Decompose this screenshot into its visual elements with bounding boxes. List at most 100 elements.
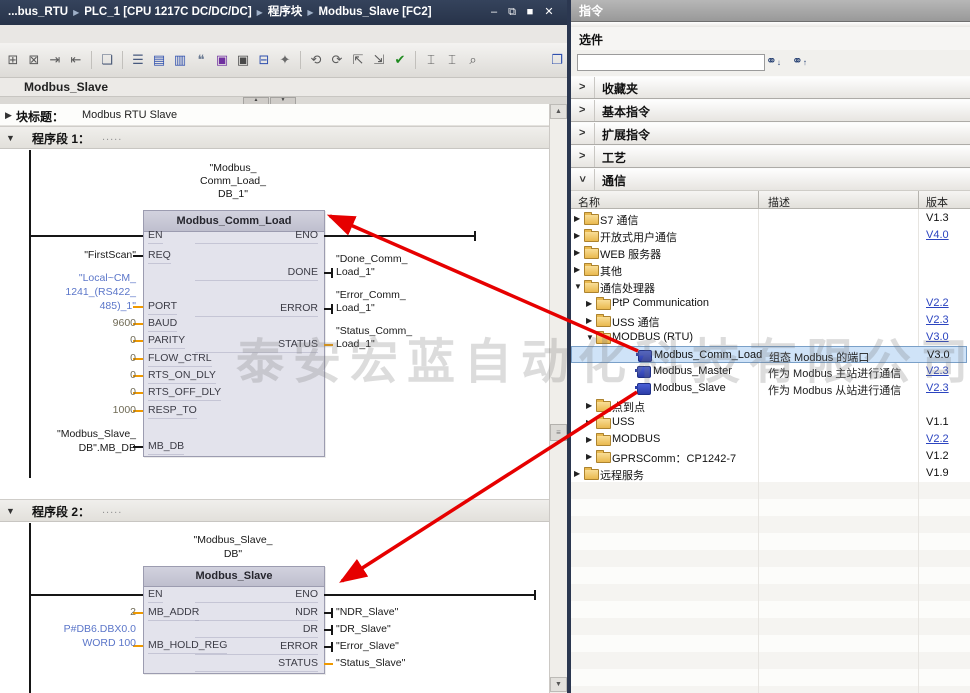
db-minus-icon[interactable]: ▣ (234, 51, 252, 69)
instance-db-label[interactable]: DB_1" (143, 188, 323, 201)
tree-item-ptp-communication[interactable]: ▶ PtP Communication V2.2 (571, 295, 967, 312)
upload-icon[interactable]: ⇱ (349, 51, 367, 69)
tree-item-remote-services[interactable]: ▶ 远程服务 V1.9 (571, 465, 967, 482)
operand-status[interactable]: Load_1" (336, 338, 375, 351)
tree-item-modbus-comm-load[interactable]: Modbus_Comm_Load 组态 Modbus 的端口 V3.0 (571, 346, 967, 363)
breadcrumb-item[interactable]: ...bus_RTU (8, 6, 68, 18)
maximize-button[interactable]: ■ (522, 0, 538, 25)
close-button[interactable]: ✕ (541, 0, 557, 25)
version-link[interactable]: V4.0 (926, 229, 949, 241)
scroll-up-button[interactable]: ▲ (550, 104, 567, 119)
section-extended-instructions[interactable]: > 扩展指令 (571, 122, 970, 145)
version-link[interactable]: V2.3 (926, 365, 949, 377)
expander-icon[interactable]: ▶ (5, 110, 12, 121)
tree-item-s7-comm[interactable]: ▶ S7 通信 V1.3 (571, 210, 967, 227)
insert-row-icon[interactable]: ⇥ (46, 51, 64, 69)
download-icon[interactable]: ⇲ (370, 51, 388, 69)
operand-done[interactable]: Load_1" (336, 266, 375, 279)
tree-item-uss[interactable]: ▶ USS V1.1 (571, 414, 967, 431)
operand-error[interactable]: Load_1" (336, 302, 375, 315)
close-all-networks-icon[interactable]: ▥ (171, 51, 189, 69)
tree-item-modbus-rtu[interactable]: ▼ MODBUS (RTU) V3.0 (571, 329, 967, 346)
operand-port[interactable]: 1241_(RS422_ (18, 286, 136, 299)
network-list-icon[interactable]: ☰ (129, 51, 147, 69)
breadcrumb-item[interactable]: Modbus_Slave [FC2] (318, 6, 431, 18)
operand-baud[interactable]: 9600 (18, 317, 136, 330)
operand-error[interactable]: "Error_Comm_ (336, 289, 406, 302)
paste-operand-icon[interactable]: ❏ (98, 51, 116, 69)
ibeam-left-icon[interactable]: ⌶ (422, 51, 440, 69)
column-name[interactable]: 名称 (578, 194, 600, 210)
undo-icon[interactable]: ⟲ (307, 51, 325, 69)
open-all-networks-icon[interactable]: ▤ (150, 51, 168, 69)
editor-settings-icon[interactable]: ❐ (548, 51, 566, 69)
version-link[interactable]: V2.2 (926, 297, 949, 309)
operand-resp-to[interactable]: 1000 (18, 404, 136, 417)
favorites-icon[interactable]: ✦ (276, 51, 294, 69)
section-technology[interactable]: > 工艺 (571, 145, 970, 168)
ibeam-right-icon[interactable]: ⌶ (443, 51, 461, 69)
tree-item-gprscomm[interactable]: ▶ GPRSComm：CP1242-7 V1.2 (571, 448, 967, 465)
tree-item-modbus[interactable]: ▶ MODBUS V2.2 (571, 431, 967, 448)
find-person-icon[interactable]: ⌕ (464, 51, 482, 69)
column-description[interactable]: 描述 (768, 194, 790, 210)
comment-icon[interactable]: ❝ (192, 51, 210, 69)
instance-db-label[interactable]: DB" (143, 548, 323, 561)
collapse-icon[interactable]: ▼ (6, 506, 15, 516)
instance-db-label[interactable]: Comm_Load_ (143, 175, 323, 188)
network1-comment[interactable]: ..... (102, 131, 122, 143)
tree-item-modbus-slave[interactable]: Modbus_Slave 作为 Modbus 从站进行通信 V2.3 (571, 380, 967, 397)
version-link[interactable]: V2.3 (926, 382, 949, 394)
operand-error[interactable]: "Error_Slave" (336, 640, 399, 653)
network2-comment[interactable]: ..... (102, 504, 122, 516)
insert-network-icon[interactable]: ⊞ (4, 51, 22, 69)
operand-mb-db[interactable]: "Modbus_Slave_ (18, 428, 136, 441)
instance-db-label[interactable]: "Modbus_Slave_ (143, 534, 323, 547)
db-plus-icon[interactable]: ▣ (213, 51, 231, 69)
operand-flow-ctrl[interactable]: 0 (18, 352, 136, 365)
collapse-icon[interactable]: ▼ (6, 133, 15, 143)
scrollbar-thumb[interactable]: ≡ (550, 424, 567, 441)
version-link[interactable]: V2.2 (926, 433, 949, 445)
operand-done[interactable]: "Done_Comm_ (336, 253, 407, 266)
breadcrumb-item[interactable]: PLC_1 [CPU 1217C DC/DC/DC] (84, 6, 251, 18)
search-down-icon[interactable]: ⚭↓ (766, 53, 781, 69)
tree-item-modbus-master[interactable]: Modbus_Master 作为 Modbus 主站进行通信 V2.3 (571, 363, 967, 380)
operand-mb-hold-reg[interactable]: WORD 100 (18, 637, 136, 650)
block-title-value[interactable]: Modbus RTU Slave (82, 109, 177, 121)
scroll-down-button[interactable]: ▼ (550, 677, 567, 692)
tree-item-open-user-comm[interactable]: ▶ 开放式用户通信 V4.0 (571, 227, 967, 244)
network1-header[interactable]: ▼ 程序段 1： ..... (0, 126, 549, 149)
version-link[interactable]: V3.0 (926, 331, 949, 343)
tree-item-comm-processors[interactable]: ▼ 通信处理器 (571, 278, 967, 295)
operand-status[interactable]: "Status_Comm_ (336, 325, 412, 338)
section-communication[interactable]: > 通信 (571, 168, 970, 191)
delete-row-icon[interactable]: ⇤ (67, 51, 85, 69)
float-window-button[interactable]: ⧉ (504, 0, 520, 25)
operand-mb-hold-reg[interactable]: P#DB6.DBX0.0 (18, 623, 136, 636)
editor-scrollbar[interactable] (549, 104, 568, 693)
operand-rts-off-dly[interactable]: 0 (18, 386, 136, 399)
search-input[interactable] (577, 54, 765, 71)
section-basic-instructions[interactable]: > 基本指令 (571, 99, 970, 122)
delete-network-icon[interactable]: ⊠ (25, 51, 43, 69)
tree-item-uss-comm[interactable]: ▶ USS 通信 V2.3 (571, 312, 967, 329)
operand-parity[interactable]: 0 (18, 334, 136, 347)
operand-dr[interactable]: "DR_Slave" (336, 623, 391, 636)
instance-db-label[interactable]: "Modbus_ (143, 162, 323, 175)
operand-port[interactable]: 485)_1" (18, 300, 136, 313)
network2-header[interactable]: ▼ 程序段 2： ..... (0, 499, 549, 522)
operand-rts-on-dly[interactable]: 0 (18, 369, 136, 382)
version-link[interactable]: V2.3 (926, 314, 949, 326)
breadcrumb-item[interactable]: 程序块 (268, 6, 303, 18)
tree-item-other[interactable]: ▶ 其他 (571, 261, 967, 278)
operand-status[interactable]: "Status_Slave" (336, 657, 405, 670)
operand-mb-db[interactable]: DB".MB_DB (18, 442, 136, 455)
section-favorites[interactable]: > 收藏夹 (571, 76, 970, 99)
column-version[interactable]: 版本 (926, 194, 948, 210)
expand-rows-icon[interactable]: ⊟ (255, 51, 273, 69)
tree-item-web-server[interactable]: ▶ WEB 服务器 (571, 244, 967, 261)
redo-icon[interactable]: ⟳ (328, 51, 346, 69)
tree-item-point-to-point[interactable]: ▶ 点到点 (571, 397, 967, 414)
operand-ndr[interactable]: "NDR_Slave" (336, 606, 398, 619)
